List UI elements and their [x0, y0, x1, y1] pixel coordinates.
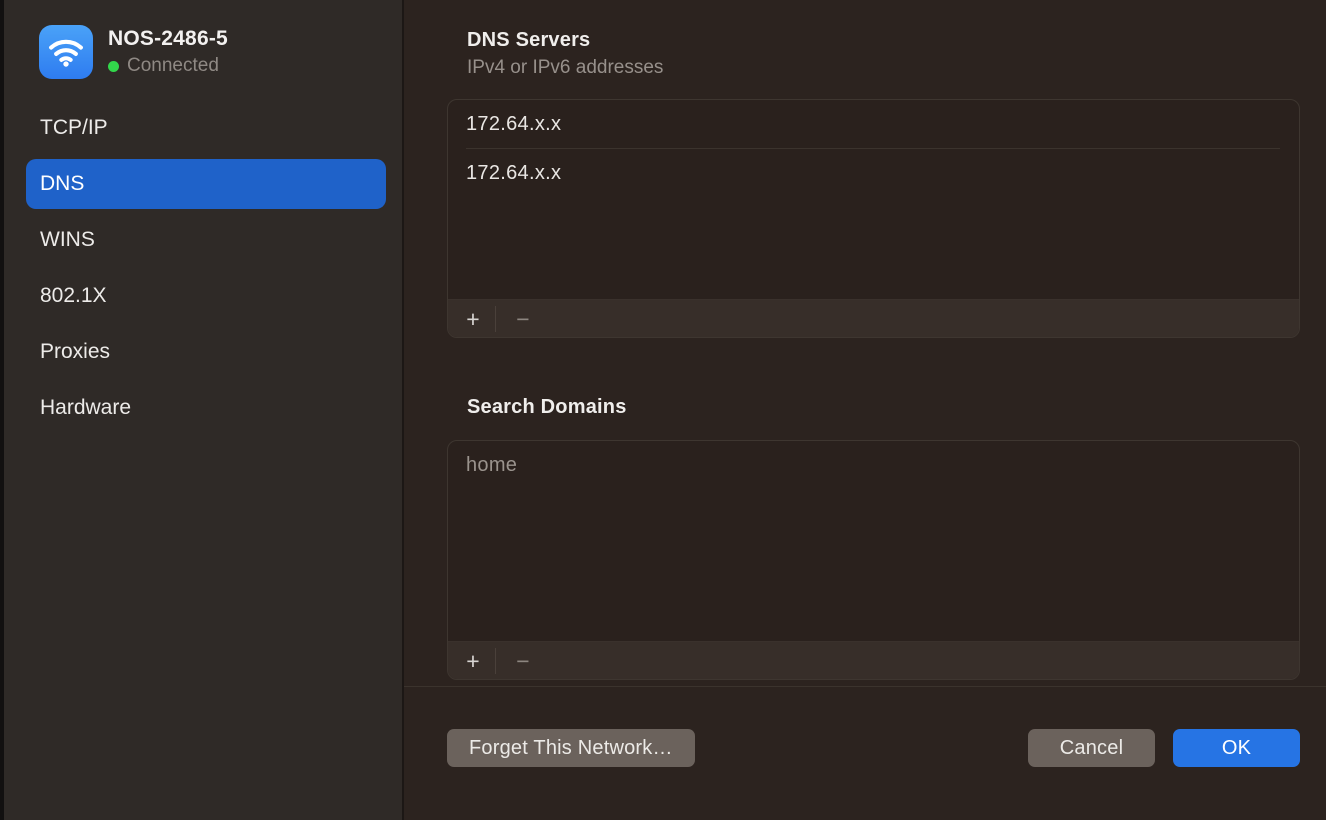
ok-button[interactable]: OK — [1173, 729, 1300, 767]
forget-network-button[interactable]: Forget This Network… — [447, 729, 695, 767]
remove-dns-server-button[interactable]: − — [508, 304, 538, 334]
content-panel: DNS Servers IPv4 or IPv6 addresses 172.6… — [404, 0, 1326, 820]
footer-divider — [404, 686, 1326, 687]
sidebar-item-proxies[interactable]: Proxies — [26, 327, 386, 377]
dns-servers-title: DNS Servers — [447, 27, 1300, 53]
connected-status-dot-icon — [108, 61, 119, 72]
search-domains-list-body: home — [448, 441, 1299, 641]
dns-servers-subtitle: IPv4 or IPv6 addresses — [447, 57, 1300, 79]
add-search-domain-button[interactable]: + — [458, 646, 488, 676]
toolbar-separator — [495, 306, 496, 332]
search-domains-list: home + − — [447, 440, 1300, 680]
network-status: Connected — [108, 55, 228, 77]
sidebar: NOS-2486-5 Connected TCP/IP DNS WINS 802… — [4, 0, 402, 820]
search-domains-toolbar: + − — [448, 641, 1299, 679]
toolbar-separator — [495, 648, 496, 674]
network-header: NOS-2486-5 Connected — [4, 0, 402, 79]
cancel-button[interactable]: Cancel — [1028, 729, 1155, 767]
search-domains-title: Search Domains — [447, 394, 1300, 420]
remove-search-domain-button[interactable]: − — [508, 646, 538, 676]
search-domains-section: Search Domains home + − — [447, 394, 1300, 680]
add-dns-server-button[interactable]: + — [458, 304, 488, 334]
network-status-label: Connected — [127, 55, 219, 77]
sidebar-item-8021x[interactable]: 802.1X — [26, 271, 386, 321]
dns-servers-toolbar: + − — [448, 299, 1299, 337]
search-domain-entry[interactable]: home — [448, 441, 1299, 489]
dns-servers-section: DNS Servers IPv4 or IPv6 addresses 172.6… — [447, 27, 1300, 338]
network-name: NOS-2486-5 — [108, 27, 228, 51]
dns-server-entry[interactable]: 172.64.x.x — [448, 100, 1299, 148]
wifi-icon — [39, 25, 93, 79]
dns-server-entry[interactable]: 172.64.x.x — [448, 149, 1299, 197]
sidebar-item-wins[interactable]: WINS — [26, 215, 386, 265]
dns-servers-list: 172.64.x.x 172.64.x.x + − — [447, 99, 1300, 338]
dns-servers-list-body: 172.64.x.x 172.64.x.x — [448, 100, 1299, 299]
sidebar-menu: TCP/IP DNS WINS 802.1X Proxies Hardware — [4, 103, 402, 433]
network-details-window: NOS-2486-5 Connected TCP/IP DNS WINS 802… — [0, 0, 1326, 820]
sidebar-item-hardware[interactable]: Hardware — [26, 383, 386, 433]
sidebar-item-dns[interactable]: DNS — [26, 159, 386, 209]
footer-buttons: Forget This Network… Cancel OK — [447, 729, 1300, 767]
sidebar-item-tcpip[interactable]: TCP/IP — [26, 103, 386, 153]
network-meta: NOS-2486-5 Connected — [108, 27, 228, 77]
